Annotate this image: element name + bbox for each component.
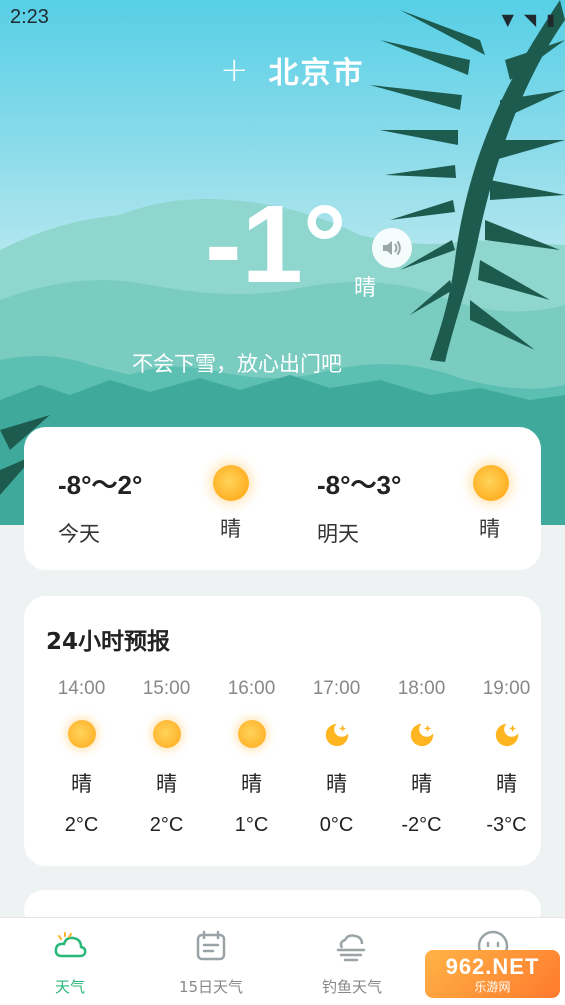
hour-time: 16:00 — [227, 678, 276, 699]
hour-time: 19:00 — [482, 678, 531, 699]
hour-time: 18:00 — [397, 678, 446, 699]
calendar-icon — [196, 930, 226, 961]
wifi-icon: ◥ — [523, 10, 537, 29]
hour-temp: -3°C — [486, 814, 527, 836]
moon-icon — [495, 721, 519, 747]
hour-condition: 晴 — [326, 772, 347, 796]
today-condition: 晴 — [220, 517, 241, 541]
sun-icon — [213, 465, 249, 501]
hourly-item: 18:00 晴 -2°C — [379, 678, 464, 837]
tomorrow-forecast: -8°～3° 明天 — [317, 465, 401, 548]
battery-icon: ▮ — [546, 10, 555, 29]
today-range: -8°～2° — [58, 470, 143, 500]
daily-summary-card[interactable]: -8°～2° 今天 晴 -8°～3° 明天 晴 — [24, 427, 541, 570]
sun-icon — [237, 720, 266, 748]
tab-15-day[interactable]: 15日天气 — [141, 928, 281, 997]
add-city-button[interactable]: + — [220, 53, 249, 87]
moon-icon — [325, 721, 349, 747]
clock: 2:23 — [10, 6, 49, 28]
current-condition: 晴 — [354, 276, 377, 301]
tomorrow-range: -8°～3° — [317, 470, 402, 500]
hour-condition: 晴 — [71, 772, 92, 796]
city-header: + 北京市 — [220, 48, 365, 92]
hourly-item: 16:00 晴 1°C — [209, 678, 294, 837]
hour-temp: -2°C — [401, 814, 442, 836]
tab-weather[interactable]: 天气 — [0, 928, 140, 997]
sun-icon — [67, 720, 96, 748]
hour-condition: 晴 — [156, 772, 177, 796]
current-temperature: -1° — [205, 183, 347, 306]
hour-temp: 2°C — [149, 814, 184, 836]
tomorrow-label: 明天 — [317, 522, 359, 546]
hour-condition: 晴 — [496, 772, 517, 796]
cloud-sun-icon — [54, 932, 87, 958]
watermark-logo: 962.NET 乐游网 — [425, 950, 560, 998]
hour-temp: 2°C — [64, 814, 99, 836]
hourly-item: 14:00 晴 2°C — [39, 678, 124, 837]
hour-temp: 1°C — [234, 814, 269, 836]
moon-icon — [410, 721, 434, 747]
watermark-text: 962.NET — [445, 953, 540, 979]
hourly-title: 24小时预报 — [46, 629, 171, 655]
speaker-icon — [383, 240, 401, 256]
hourly-item: 17:00 晴 0°C — [294, 678, 379, 837]
voice-broadcast-button[interactable] — [372, 228, 412, 268]
hour-condition: 晴 — [411, 772, 432, 796]
hour-temp: 0°C — [319, 814, 354, 836]
city-name[interactable]: 北京市 — [269, 48, 365, 92]
status-icons: ▼ ◥ ▮ — [502, 10, 555, 29]
hour-time: 17:00 — [312, 678, 361, 699]
wind-cloud-icon — [336, 934, 366, 962]
today-label: 今天 — [58, 522, 100, 546]
tomorrow-condition: 晴 — [479, 517, 500, 541]
watermark-subtext: 乐游网 — [474, 979, 511, 994]
hour-time: 14:00 — [57, 678, 106, 699]
tab-label: 钓鱼天气 — [321, 978, 382, 996]
hourly-item: 19:00 晴 -3°C — [464, 678, 541, 837]
tab-fishing[interactable]: 钓鱼天气 — [282, 928, 422, 997]
today-forecast: -8°～2° 今天 — [58, 465, 142, 548]
weather-tip: 不会下雪，放心出门吧 — [132, 352, 342, 376]
sun-icon — [152, 720, 181, 748]
hourly-forecast-card[interactable]: 24小时预报 14:00 晴 2°C 15:00 晴 2°C 16:00 晴 1… — [24, 596, 541, 866]
status-bar: 2:23 ▼ ◥ ▮ — [0, 0, 565, 40]
hourly-item: 15:00 晴 2°C — [124, 678, 209, 837]
tab-label: 15日天气 — [178, 978, 244, 996]
tab-label: 天气 — [54, 978, 85, 996]
sun-icon — [473, 465, 509, 501]
hour-condition: 晴 — [241, 772, 262, 796]
hour-time: 15:00 — [142, 678, 191, 699]
signal-icon: ▼ — [501, 10, 514, 29]
